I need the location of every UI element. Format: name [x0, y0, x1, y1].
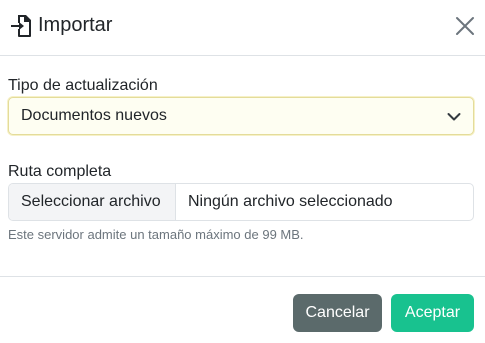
- import-dialog: Importar Tipo de actualización Documento…: [0, 0, 485, 343]
- dialog-footer: Cancelar Aceptar: [0, 276, 485, 343]
- update-type-selected-value: Documentos nuevos: [21, 107, 167, 124]
- file-import-icon: [10, 14, 32, 38]
- cancel-button[interactable]: Cancelar: [293, 294, 382, 332]
- file-status-text: Ningún archivo seleccionado: [188, 193, 393, 210]
- file-path-label: Ruta completa: [8, 163, 112, 180]
- chevron-down-icon: [447, 110, 461, 122]
- choose-file-button-label: Seleccionar archivo: [21, 193, 161, 210]
- accept-button[interactable]: Aceptar: [391, 294, 474, 332]
- update-type-select[interactable]: Documentos nuevos: [8, 97, 474, 135]
- choose-file-button[interactable]: Seleccionar archivo: [9, 184, 176, 220]
- close-icon: [452, 17, 478, 42]
- close-button[interactable]: [452, 13, 478, 39]
- file-input[interactable]: Seleccionar archivo Ningún archivo selec…: [8, 183, 474, 221]
- dialog-title: Importar: [38, 14, 113, 36]
- max-size-help-text: Este servidor admite un tamaño máximo de…: [8, 227, 304, 242]
- update-type-label: Tipo de actualización: [8, 77, 158, 94]
- dialog-header: Importar: [0, 0, 485, 56]
